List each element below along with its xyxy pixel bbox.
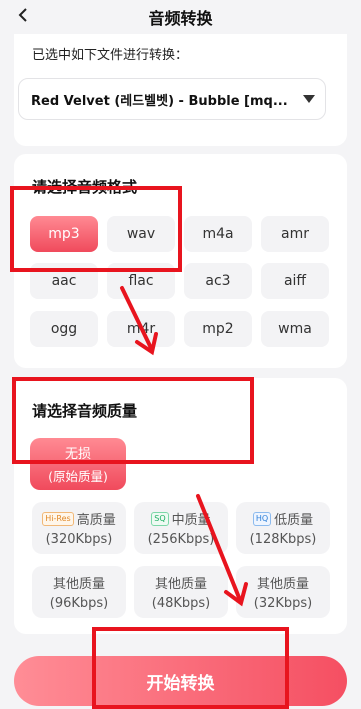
annotation-arrow-2 — [196, 494, 242, 602]
annotation-arrows — [120, 286, 248, 607]
